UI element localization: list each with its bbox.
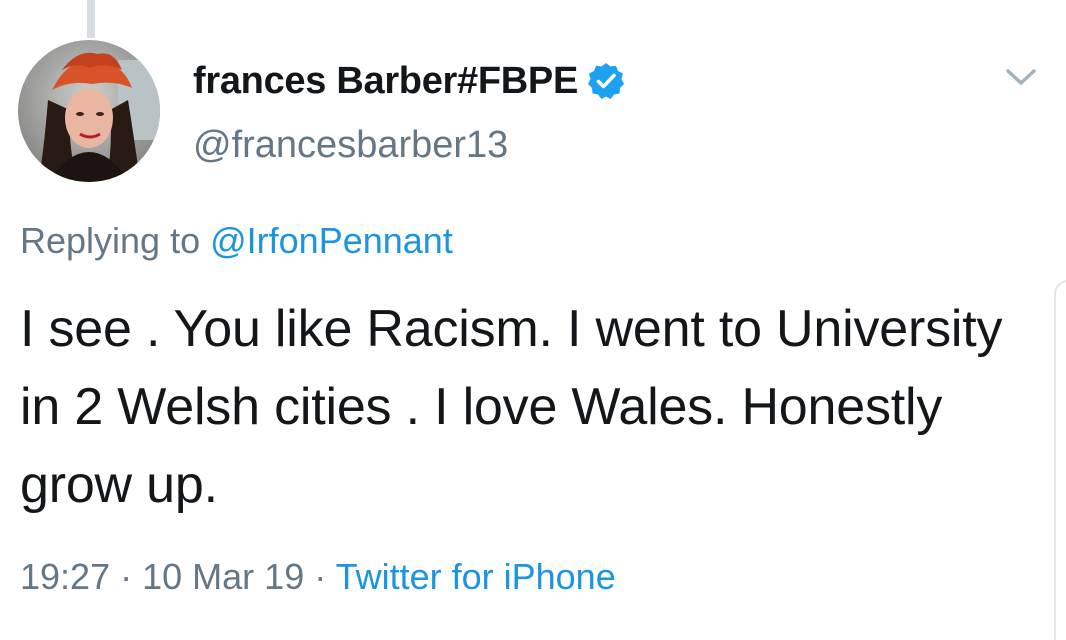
- avatar-image: [18, 40, 160, 182]
- thread-connector-line: [87, 0, 95, 38]
- verified-badge-icon: [586, 61, 626, 101]
- author-name-row[interactable]: frances Barber#FBPE: [193, 56, 626, 106]
- meta-separator: ·: [314, 556, 327, 597]
- display-name[interactable]: frances Barber#FBPE: [193, 60, 578, 103]
- tweet-metadata: 19:27 · 10 Mar 19 · Twitter for iPhone: [20, 556, 616, 598]
- adjacent-card-edge: [1054, 280, 1066, 640]
- tweet-date[interactable]: 10 Mar 19: [142, 556, 304, 597]
- chevron-down-icon[interactable]: [1002, 62, 1040, 92]
- replying-to-prefix: Replying to: [20, 220, 201, 261]
- replying-to-line: Replying to @IrfonPennant: [20, 220, 453, 262]
- tweet-text: I see . You like Racism. I went to Unive…: [20, 300, 1003, 514]
- avatar[interactable]: [18, 40, 160, 182]
- meta-separator: ·: [120, 556, 133, 597]
- tweet-time[interactable]: 19:27: [20, 556, 110, 597]
- tweet-source-link[interactable]: Twitter for iPhone: [336, 556, 616, 597]
- author-handle[interactable]: @francesbarber13: [193, 124, 508, 167]
- replying-to-mention-link[interactable]: @IrfonPennant: [210, 220, 453, 261]
